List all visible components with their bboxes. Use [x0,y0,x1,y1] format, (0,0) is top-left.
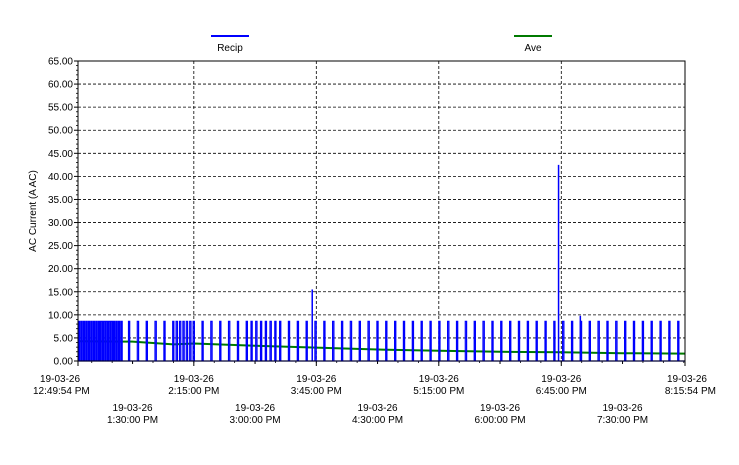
x-tick-label: 1:30:00 PM [107,415,158,426]
x-tick-date: 19-03-26 [235,403,275,414]
y-tick-label: 30.00 [48,218,73,229]
legend: Recip Ave [211,35,552,54]
y-tick-label: 15.00 [48,287,73,298]
x-tick-date: 19-03-26 [480,403,520,414]
x-tick-label: 3:45:00 PM [291,386,342,397]
y-axis-title: AC Current (A AC) [28,170,39,252]
x-tick-label: 8:15:54 PM [665,386,716,397]
x-tick-label: 3:00:00 PM [229,415,280,426]
y-tick-label: 0.00 [54,357,74,368]
x-tick-label: 2:15:00 PM [168,386,219,397]
x-tick-date: 19-03-26 [419,374,459,385]
y-tick-label: 5.00 [54,333,74,344]
plot-frame [77,60,686,362]
series-ave-line [77,340,686,355]
x-tick-date: 19-03-26 [40,374,80,385]
legend-label: Recip [217,43,243,54]
x-tick-date: 19-03-26 [174,374,214,385]
y-tick-label: 10.00 [48,310,73,321]
x-tick-date: 19-03-26 [541,374,581,385]
y-tick-label: 45.00 [48,149,73,160]
x-tick-date: 19-03-26 [667,374,707,385]
y-tick-label: 25.00 [48,241,73,252]
y-tick-label: 50.00 [48,126,73,137]
x-tick-date: 19-03-26 [113,403,153,414]
y-tick-label: 55.00 [48,103,73,114]
y-tick-label: 65.00 [48,57,73,68]
ac-current-chart: Recip Ave 0.00 5.00 10.00 15.00 20.00 25.00 30.… [28,35,716,426]
x-tick-date: 19-03-26 [296,374,336,385]
grid-lines [78,61,685,361]
y-tick-label: 60.00 [48,80,73,91]
y-tick-label: 40.00 [48,172,73,183]
x-tick-date: 19-03-26 [603,403,643,414]
y-tick-label: 35.00 [48,195,73,206]
x-tick-label: 5:15:00 PM [413,386,464,397]
series-recip-group [78,164,685,362]
x-tick-label: 6:45:00 PM [536,386,587,397]
x-tick-label: 6:00:00 PM [474,415,525,426]
series-recip-line [78,320,685,362]
x-axis-ticks: 19-03-2612:49:54 PM19-03-261:30:00 PM19-… [33,361,716,426]
y-tick-label: 20.00 [48,264,73,275]
x-tick-label: 4:30:00 PM [352,415,403,426]
series-ave-group [77,340,686,355]
x-tick-label: 7:30:00 PM [597,415,648,426]
y-axis-ticks: 0.00 5.00 10.00 15.00 20.00 25.00 30.00 35.00 40… [48,57,78,368]
x-tick-label: 12:49:54 PM [33,386,90,397]
legend-label: Ave [524,43,541,54]
x-tick-date: 19-03-26 [358,403,398,414]
